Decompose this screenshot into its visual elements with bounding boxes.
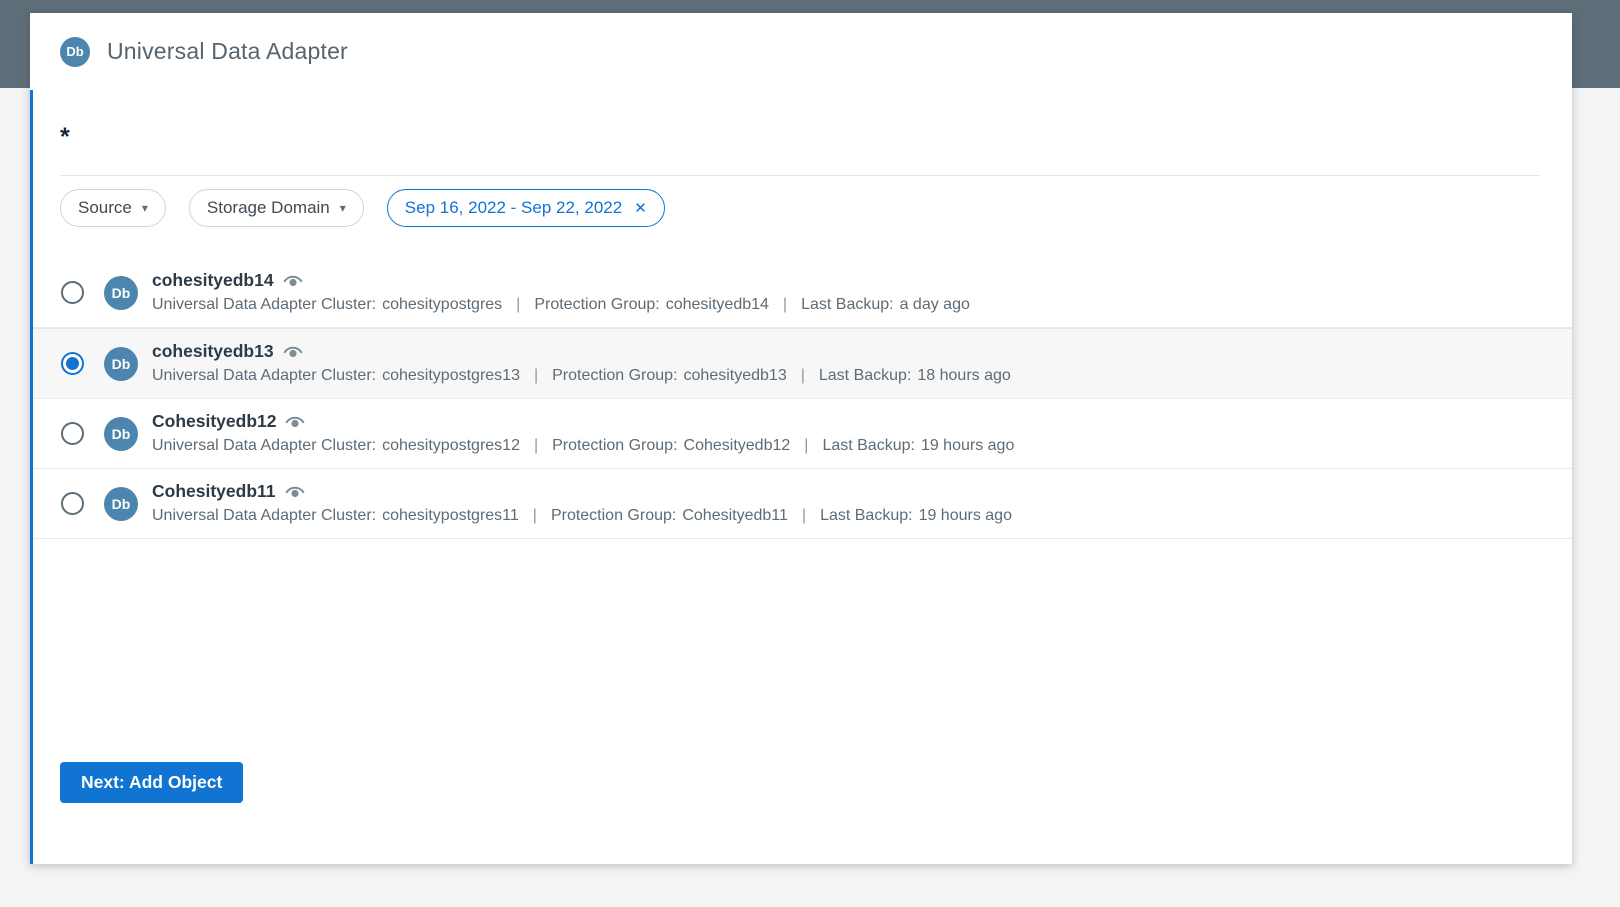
object-name: Cohesityedb12	[152, 411, 1014, 432]
last-backup-label: Last Backup:	[801, 296, 894, 313]
list-item-text: cohesityedb14 Universal Data Adapter Clu…	[152, 270, 970, 314]
filter-bar: Source ▾ Storage Domain ▾ Sep 16, 2022 -…	[60, 189, 665, 227]
protection-group-label: Protection Group:	[534, 296, 659, 313]
panel-header: Db Universal Data Adapter	[30, 13, 1572, 90]
divider: |	[534, 437, 538, 454]
object-name: cohesityedb14	[152, 270, 970, 291]
object-list: Db cohesityedb14 Universal Data Adapter …	[33, 258, 1572, 539]
cluster-label: Universal Data Adapter Cluster:	[152, 437, 376, 454]
list-item[interactable]: Db cohesityedb14 Universal Data Adapter …	[33, 258, 1572, 328]
divider: |	[802, 507, 806, 524]
last-backup-value: 19 hours ago	[919, 507, 1012, 524]
divider: |	[516, 296, 520, 313]
last-backup-value: 18 hours ago	[917, 367, 1010, 384]
list-item[interactable]: Db cohesityedb13 Universal Data Adapter …	[33, 328, 1572, 399]
db-avatar: Db	[104, 417, 138, 451]
list-item-text: Cohesityedb11 Universal Data Adapter Clu…	[152, 481, 1012, 525]
protection-group-label: Protection Group:	[551, 507, 676, 524]
db-avatar: Db	[60, 37, 90, 67]
chevron-down-icon: ▾	[142, 201, 148, 215]
cluster-label: Universal Data Adapter Cluster:	[152, 507, 376, 524]
protection-group-value: cohesityedb13	[684, 367, 787, 384]
object-details: Universal Data Adapter Cluster: cohesityp…	[152, 436, 1014, 455]
protection-group-value: Cohesityedb11	[682, 507, 788, 524]
list-item-text: Cohesityedb12 Universal Data Adapter Clu…	[152, 411, 1014, 455]
last-backup-value: 19 hours ago	[921, 437, 1014, 454]
cluster-label: Universal Data Adapter Cluster:	[152, 296, 376, 313]
list-item[interactable]: Db Cohesityedb11 Universal Data Adapter …	[33, 469, 1572, 539]
db-avatar: Db	[104, 276, 138, 310]
db-avatar: Db	[104, 347, 138, 381]
source-filter-label: Source	[78, 198, 132, 218]
last-backup-label: Last Backup:	[819, 367, 912, 384]
divider: |	[801, 367, 805, 384]
cluster-label: Universal Data Adapter Cluster:	[152, 367, 376, 384]
next-add-object-button[interactable]: Next: Add Object	[60, 762, 243, 803]
eye-icon	[285, 486, 305, 500]
storage-domain-filter-chip[interactable]: Storage Domain ▾	[189, 189, 364, 227]
date-range-filter-chip[interactable]: Sep 16, 2022 - Sep 22, 2022 ✕	[387, 189, 665, 227]
radio-button[interactable]	[61, 352, 84, 375]
cluster-value: cohesitypostgres13	[382, 367, 520, 384]
list-item[interactable]: Db Cohesityedb12 Universal Data Adapter …	[33, 399, 1572, 469]
radio-button[interactable]	[61, 281, 84, 304]
eye-icon	[283, 275, 303, 289]
protection-group-label: Protection Group:	[552, 437, 677, 454]
divider: |	[534, 367, 538, 384]
object-name: Cohesityedb11	[152, 481, 1012, 502]
object-details: Universal Data Adapter Cluster: cohesityp…	[152, 366, 1011, 385]
cluster-value: cohesitypostgres12	[382, 437, 520, 454]
source-filter-chip[interactable]: Source ▾	[60, 189, 166, 227]
protection-group-value: cohesityedb14	[666, 296, 769, 313]
protection-group-value: Cohesityedb12	[684, 437, 791, 454]
divider: |	[533, 507, 537, 524]
object-details: Universal Data Adapter Cluster: cohesityp…	[152, 295, 970, 314]
eye-icon	[283, 346, 303, 360]
last-backup-label: Last Backup:	[822, 437, 915, 454]
object-details: Universal Data Adapter Cluster: cohesityp…	[152, 506, 1012, 525]
divider: |	[804, 437, 808, 454]
list-item-text: cohesityedb13 Universal Data Adapter Clu…	[152, 341, 1011, 385]
universal-data-adapter-panel: Db Universal Data Adapter * Source ▾ Sto…	[30, 13, 1572, 864]
radio-button[interactable]	[61, 492, 84, 515]
divider: |	[783, 296, 787, 313]
last-backup-value: a day ago	[900, 296, 970, 313]
date-range-label: Sep 16, 2022 - Sep 22, 2022	[405, 198, 622, 218]
page-title: Universal Data Adapter	[107, 38, 348, 65]
cluster-value: cohesitypostgres11	[382, 507, 519, 524]
last-backup-label: Last Backup:	[820, 507, 913, 524]
eye-icon	[285, 416, 305, 430]
object-name-label: Cohesityedb11	[152, 481, 276, 502]
db-avatar: Db	[104, 487, 138, 521]
close-icon[interactable]: ✕	[634, 199, 647, 217]
search-query-text[interactable]: *	[60, 123, 70, 152]
object-name-label: cohesityedb14	[152, 270, 274, 291]
object-name-label: Cohesityedb12	[152, 411, 276, 432]
chevron-down-icon: ▾	[340, 201, 346, 215]
storage-domain-filter-label: Storage Domain	[207, 198, 330, 218]
radio-button[interactable]	[61, 422, 84, 445]
object-name: cohesityedb13	[152, 341, 1011, 362]
object-name-label: cohesityedb13	[152, 341, 274, 362]
search-input-underline[interactable]	[60, 175, 1540, 176]
protection-group-label: Protection Group:	[552, 367, 677, 384]
cluster-value: cohesitypostgres	[382, 296, 502, 313]
